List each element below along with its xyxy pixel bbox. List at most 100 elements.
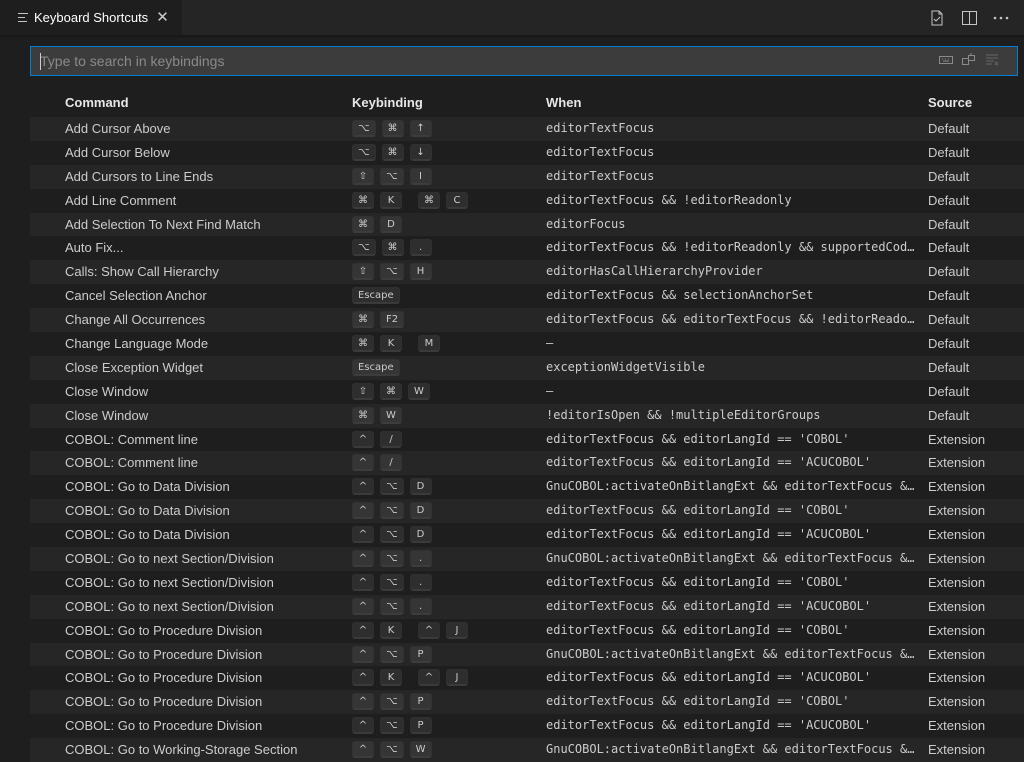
table-row[interactable]: COBOL: Go to Working-Storage Section ^ ⌥ W G… bbox=[30, 738, 1024, 762]
column-keybinding[interactable]: Keybinding bbox=[352, 95, 423, 110]
record-keys-icon[interactable] bbox=[939, 53, 953, 67]
table-row[interactable]: Add Cursors to Line Ends ⇧ ⌥ IeditorTextFoc… bbox=[30, 164, 1024, 189]
source-cell: Extension bbox=[928, 718, 986, 734]
key-label: F2 bbox=[380, 311, 405, 329]
source-cell: Default bbox=[928, 264, 970, 280]
table-row[interactable]: COBOL: Go to Procedure Division ^ K ^ Jedito… bbox=[30, 619, 1024, 643]
table-row[interactable]: Change All Occurrences ⌘ F2 editorTextFocus… bbox=[30, 308, 1024, 333]
key-label: ^ bbox=[352, 597, 374, 615]
key-label: I bbox=[409, 167, 432, 185]
table-row[interactable]: Add Cursor Below ⌥ ⌘ ↓ editorTextFocus Defaul… bbox=[30, 141, 1024, 165]
table-row[interactable]: COBOL: Comment line ^ / editorTextFocus && … bbox=[30, 428, 1024, 452]
key-label: ⇧ bbox=[352, 263, 374, 281]
table-row[interactable]: COBOL: Go to Procedure Division ^ K ^ Jedito… bbox=[30, 666, 1024, 690]
table-row[interactable]: COBOL: Go to Data Division ^ ⌥ D GnuCOBOL:ac… bbox=[30, 475, 1024, 499]
key-label: ^ bbox=[352, 430, 374, 448]
column-when[interactable]: When bbox=[546, 95, 581, 110]
table-row[interactable]: COBOL: Comment line ^ / editorTextFocus && … bbox=[30, 451, 1024, 476]
table-row[interactable]: Close Window ⌘ W !editorIsOpen && !multiple… bbox=[30, 403, 1024, 428]
scroll-shadow bbox=[0, 35, 1024, 39]
key-label: ^ bbox=[352, 717, 374, 735]
keybinding-cell: ⌥ ⌘ ↑ bbox=[352, 120, 432, 137]
table-row[interactable]: Auto Fix... ⌥ ⌘. editorTextFocus && !editor… bbox=[30, 236, 1024, 260]
keybinding-cell: ^ ⌥ P bbox=[352, 717, 432, 735]
key-label: ⌥ bbox=[352, 120, 376, 137]
keybinding-cell: ⌘ F2 bbox=[352, 311, 405, 329]
source-cell: Default bbox=[928, 407, 970, 423]
source-cell: Extension bbox=[928, 622, 986, 638]
key-label: ↑ bbox=[409, 120, 432, 137]
close-icon[interactable]: ✕ bbox=[156, 10, 169, 25]
key-label: ⌥ bbox=[380, 263, 404, 281]
source-cell: Extension bbox=[928, 574, 986, 590]
table-row[interactable]: Close Exception Widget Escape exceptionWid… bbox=[30, 355, 1024, 380]
key-label: W bbox=[408, 382, 430, 400]
more-actions-icon[interactable] bbox=[992, 9, 1010, 27]
search-input[interactable] bbox=[31, 47, 911, 75]
keybinding-cell: ⌥ ⌘ ↓ bbox=[352, 143, 432, 161]
key-label: Escape bbox=[352, 287, 400, 305]
command-cell: COBOL: Go to Procedure Division bbox=[65, 670, 263, 686]
table-row[interactable]: COBOL: Go to Procedure Division ^ ⌥ Peditor… bbox=[30, 690, 1024, 715]
table-row[interactable]: Add Cursor Above ⌥ ⌘ ↑ editorTextFocus Defaul… bbox=[30, 117, 1024, 141]
key-label: ^ bbox=[352, 669, 374, 687]
sort-by-precedence-icon[interactable] bbox=[962, 53, 976, 67]
key-label: . bbox=[409, 239, 432, 257]
when-cell: editorTextFocus && editorLangId == 'ACUC… bbox=[546, 455, 872, 470]
table-row[interactable]: Calls: Show Call Hierarchy ⇧ ⌥ HeditorHasCa… bbox=[30, 260, 1024, 285]
source-cell: Extension bbox=[928, 598, 986, 614]
source-cell: Default bbox=[928, 121, 970, 136]
table-row[interactable]: Add Selection To Next Find Match ⌘ Deditor… bbox=[30, 212, 1024, 237]
key-label: / bbox=[380, 454, 402, 472]
table-row[interactable]: Close Window ⇧ ⌘ W — Default bbox=[30, 380, 1024, 404]
table-row[interactable]: COBOL: Go to Data Division ^ ⌥ DeditorTextF… bbox=[30, 499, 1024, 524]
table-row[interactable]: COBOL: Go to Data Division ^ ⌥ DeditorTextF… bbox=[30, 523, 1024, 547]
table-row[interactable]: COBOL: Go to Procedure Division ^ ⌥ Peditor… bbox=[30, 714, 1024, 738]
key-label: ⌘ bbox=[352, 335, 374, 353]
table-row[interactable]: COBOL: Go to next Section/Division ^ ⌥. edi… bbox=[30, 594, 1024, 619]
key-label: ⌥ bbox=[380, 478, 404, 496]
when-cell: editorTextFocus && !editorReadonly && su… bbox=[546, 240, 920, 255]
when-cell: editorHasCallHierarchyProvider bbox=[546, 264, 763, 279]
command-cell: Add Selection To Next Find Match bbox=[65, 216, 261, 232]
key-label: ^ bbox=[352, 454, 374, 472]
key-label: P bbox=[409, 693, 432, 711]
when-cell: editorTextFocus bbox=[546, 168, 655, 183]
column-command[interactable]: Command bbox=[65, 95, 129, 110]
table-row[interactable]: COBOL: Go to Procedure Division ^ ⌥ P GnuCOB… bbox=[30, 642, 1024, 667]
table-row[interactable]: COBOL: Go to next Section/Division ^ ⌥. Gnu… bbox=[30, 547, 1024, 571]
command-cell: COBOL: Comment line bbox=[65, 431, 198, 447]
command-cell: COBOL: Go to next Section/Division bbox=[65, 574, 274, 590]
command-cell: Calls: Show Call Hierarchy bbox=[65, 264, 219, 280]
table-row[interactable]: Add Line Comment ⌘ K ⌘ CeditorTextFocus && !… bbox=[30, 189, 1024, 213]
open-json-icon[interactable] bbox=[928, 9, 946, 27]
key-label: ^ bbox=[352, 741, 374, 759]
when-cell: GnuCOBOL:activateOnBitlangExt && editorT… bbox=[546, 646, 920, 661]
when-cell: editorTextFocus && editorLangId == 'ACUC… bbox=[546, 718, 872, 733]
key-label: . bbox=[409, 573, 432, 591]
key-label: ⌥ bbox=[380, 741, 404, 759]
split-editor-icon[interactable] bbox=[960, 9, 978, 27]
key-label: J bbox=[446, 669, 468, 687]
table-row[interactable]: COBOL: Go to next Section/Division ^ ⌥. edi… bbox=[30, 571, 1024, 595]
source-cell: Default bbox=[928, 312, 970, 328]
key-label: / bbox=[380, 430, 402, 448]
table-header: Command Keybinding When Source bbox=[30, 90, 1024, 114]
key-label: ⌘ bbox=[352, 311, 374, 329]
search-box[interactable] bbox=[30, 46, 1018, 76]
table-row[interactable]: Cancel Selection Anchor Escape editorTextF… bbox=[30, 284, 1024, 308]
key-label: ⌥ bbox=[352, 239, 376, 257]
keybinding-cell: ⇧ ⌥ H bbox=[352, 263, 432, 281]
tab-keyboard-shortcuts[interactable]: Keyboard Shortcuts ✕ bbox=[0, 0, 182, 35]
keybinding-cell: ^ ⌥. bbox=[352, 597, 432, 615]
clear-filter-icon[interactable] bbox=[985, 53, 999, 67]
key-label: ⌥ bbox=[380, 167, 404, 185]
key-label: ⌥ bbox=[380, 550, 404, 568]
column-source[interactable]: Source bbox=[928, 95, 972, 110]
key-label: ⌘ bbox=[381, 239, 404, 257]
table-row[interactable]: Change Language Mode ⌘ K M — Default bbox=[30, 332, 1024, 356]
keybinding-cell: ⌥ ⌘. bbox=[352, 239, 432, 257]
key-label: C bbox=[446, 191, 468, 209]
when-cell: GnuCOBOL:activateOnBitlangExt && editorT… bbox=[546, 479, 920, 494]
key-label: ^ bbox=[352, 621, 374, 639]
